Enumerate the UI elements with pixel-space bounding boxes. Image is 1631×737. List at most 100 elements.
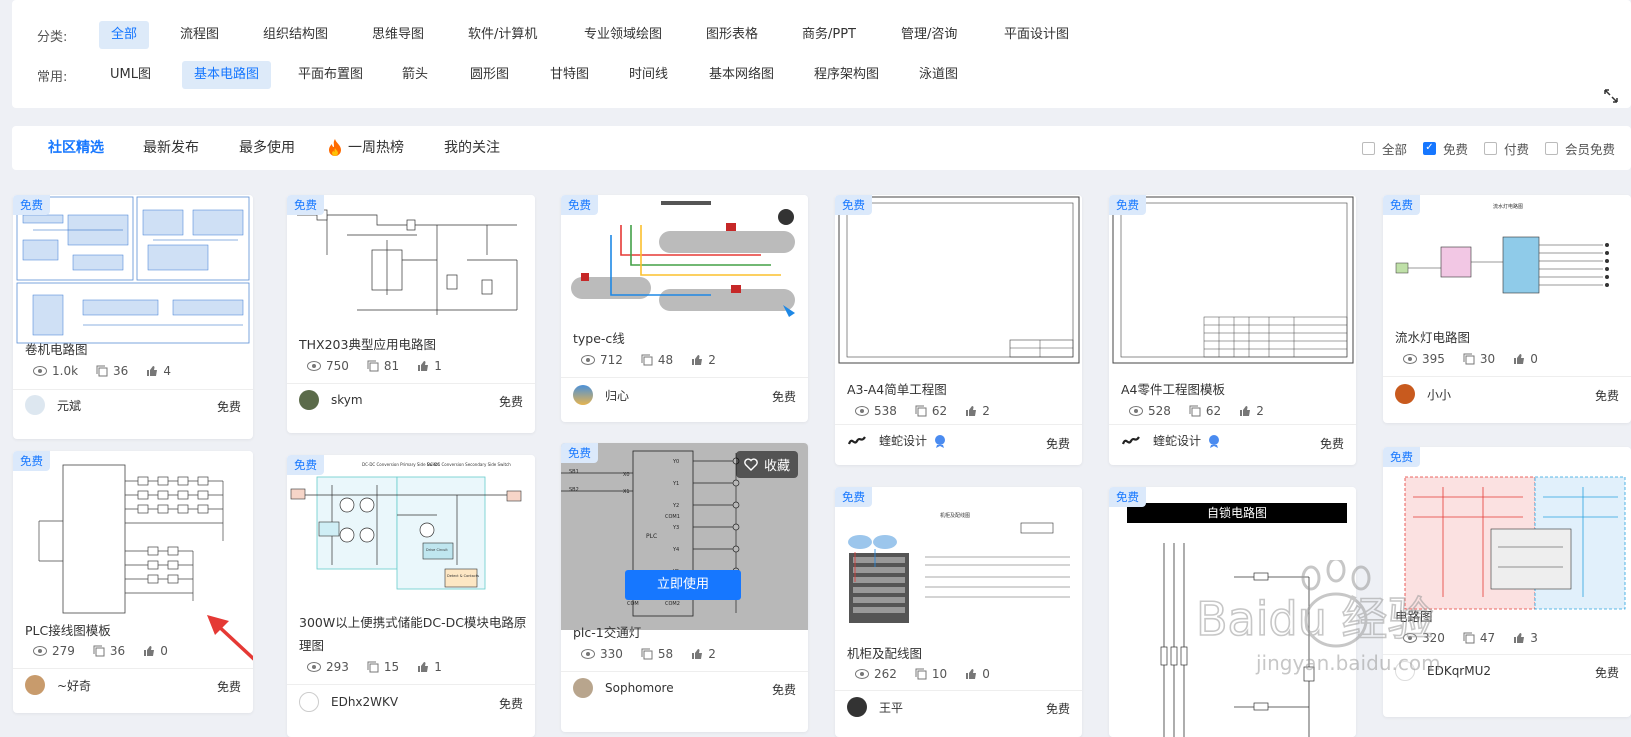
category-chip-ppt[interactable]: 商务/PPT [790, 21, 868, 49]
card-title: plc-1交通灯 [573, 625, 642, 640]
avatar [299, 390, 319, 410]
category-chip-domain[interactable]: 专业领域绘图 [572, 21, 674, 49]
check-all[interactable]: 全部 [1361, 139, 1407, 158]
template-card-hovered[interactable]: 免费 PLC Y0Y1Y2 Y3Y4Y5 COM1COM2COM SB1SB2 … [561, 443, 808, 732]
thumb-up-icon [966, 669, 977, 679]
circuit-thumbnail [13, 451, 253, 621]
card-stats: 293 15 1 [307, 660, 460, 674]
eye-icon [307, 662, 321, 672]
card-stats: 528 62 2 [1129, 404, 1282, 418]
eye-icon [307, 361, 321, 371]
card-price: 免费 [771, 390, 796, 404]
card-author[interactable]: 小小 [1395, 384, 1451, 404]
tab-most-used[interactable]: 最多使用 [239, 126, 295, 170]
eye-icon [581, 355, 595, 365]
thumb-up-icon [966, 406, 977, 416]
card-author[interactable]: skym [299, 390, 363, 410]
common-chip-architecture[interactable]: 程序架构图 [802, 61, 891, 89]
card-author[interactable]: 王平 [847, 697, 903, 717]
author-name: 归心 [605, 388, 630, 403]
eye-icon [855, 669, 869, 679]
common-chip-floorplan[interactable]: 平面布置图 [286, 61, 375, 89]
category-chip-flowchart[interactable]: 流程图 [168, 21, 231, 49]
card-stats: 330 58 2 [581, 647, 734, 661]
common-chip-circle[interactable]: 圆形图 [458, 61, 521, 89]
common-chip-arrow[interactable]: 箭头 [390, 61, 440, 89]
category-chip-table[interactable]: 图形表格 [694, 21, 770, 49]
card-title-line2: 理图 [299, 638, 325, 653]
card-author[interactable]: 蝰蛇设计 [847, 432, 947, 449]
template-card[interactable]: 免费 A3-A4简单工程图 538 62 2 蝰蛇设计 免费 [835, 195, 1082, 465]
tab-latest[interactable]: 最新发布 [143, 126, 199, 170]
template-card[interactable]: 免费 流水灯电路图 流水灯电路图 395 30 0 小小 免费 [1383, 195, 1631, 423]
circuit-thumbnail [561, 195, 808, 327]
card-price: 免费 [216, 680, 241, 694]
author-name: 元斌 [57, 398, 82, 413]
card-author[interactable]: 归心 [573, 385, 629, 405]
drawing-frame-thumbnail [1109, 195, 1356, 367]
drawing-frame-thumbnail [835, 195, 1082, 367]
card-price: 免费 [498, 395, 523, 409]
check-vip[interactable]: 会员免费 [1544, 139, 1615, 158]
category-chip-mindmap[interactable]: 思维导图 [360, 21, 436, 49]
copy-count: 62 [1205, 404, 1222, 418]
card-stats: 1.0k 36 4 [33, 364, 189, 378]
self-lock-diagram-title: 自锁电路图 [1207, 505, 1267, 520]
template-card[interactable]: 免费 type-c线 712 48 2 归心 免费 [561, 195, 808, 422]
card-author[interactable]: 元斌 [25, 395, 81, 415]
check-free[interactable]: ✓ 免费 [1422, 139, 1468, 158]
check-paid[interactable]: 付费 [1483, 139, 1529, 158]
copy-icon [367, 360, 379, 372]
expand-icon[interactable] [1603, 88, 1619, 104]
common-chip-circuit[interactable]: 基本电路图 [182, 61, 272, 89]
category-chip-graphic[interactable]: 平面设计图 [992, 21, 1081, 49]
template-card[interactable]: 免费 卷机电路图 1.0k 36 4 元斌 免费 [13, 195, 253, 439]
common-chip-swimlane[interactable]: 泳道图 [907, 61, 970, 89]
card-stats: 279 36 0 [33, 644, 186, 658]
template-card[interactable]: 免费 DC-DC Conversion Primary Side Switch … [287, 455, 535, 737]
eye-icon [33, 646, 47, 656]
free-badge: 免费 [561, 195, 598, 215]
common-chip-timeline[interactable]: 时间线 [617, 61, 680, 89]
category-chip-software[interactable]: 软件/计算机 [456, 21, 549, 49]
avatar [299, 692, 319, 712]
author-name: 王平 [879, 700, 904, 715]
eye-icon [855, 406, 869, 416]
common-chip-network[interactable]: 基本网络图 [697, 61, 786, 89]
use-now-button[interactable]: 立即使用 [625, 570, 741, 600]
like-count: 1 [434, 660, 442, 674]
view-count: 528 [1148, 404, 1171, 418]
tab-weekly-hot[interactable]: 一周热榜 [326, 126, 404, 170]
template-card[interactable]: 免费 THX203典型应用电路图 750 81 1 skym 免费 [287, 195, 535, 433]
common-chip-uml[interactable]: UML图 [98, 61, 163, 89]
thumb-up-icon [418, 662, 429, 672]
verified-badge-icon [935, 434, 946, 448]
template-card[interactable]: 免费 A4零件工程图模板 528 62 2 蝰蛇设计 免费 [1109, 195, 1356, 465]
category-row: 分类: 全部 流程图 组织结构图 思维导图 软件/计算机 专业领域绘图 图形表格… [12, 20, 1631, 50]
card-author[interactable]: Sophomore [573, 678, 674, 698]
tab-featured[interactable]: 社区精选 [48, 126, 104, 170]
card-author[interactable]: ~好奇 [25, 675, 91, 695]
view-count: 330 [600, 647, 623, 661]
author-name: skym [331, 393, 363, 407]
copy-icon [1463, 353, 1475, 365]
template-card[interactable]: 免费 机柜及配线图 机柜及配线图 262 10 0 王平 免费 [835, 487, 1082, 737]
avatar [573, 385, 593, 405]
card-author[interactable]: 蝰蛇设计 [1121, 432, 1221, 449]
thumb-up-icon [1514, 354, 1525, 364]
template-card[interactable]: 免费 PLC接线图模板 279 36 0 ~好奇 免费 [13, 451, 253, 713]
card-author[interactable]: EDhx2WKV [299, 692, 398, 712]
copy-icon [93, 645, 105, 657]
tab-following[interactable]: 我的关注 [444, 126, 500, 170]
card-title: 机柜及配线图 [847, 646, 923, 661]
card-title: PLC接线图模板 [25, 623, 111, 638]
favorite-button[interactable]: 收藏 [735, 451, 798, 478]
common-chip-gantt[interactable]: 甘特图 [538, 61, 601, 89]
circuit-thumbnail [13, 195, 253, 347]
category-chip-management[interactable]: 管理/咨询 [889, 21, 969, 49]
copy-count: 15 [383, 660, 400, 674]
copy-icon [1189, 405, 1201, 417]
free-badge: 免费 [13, 195, 50, 215]
category-chip-all[interactable]: 全部 [99, 21, 150, 49]
category-chip-org[interactable]: 组织结构图 [251, 21, 340, 49]
